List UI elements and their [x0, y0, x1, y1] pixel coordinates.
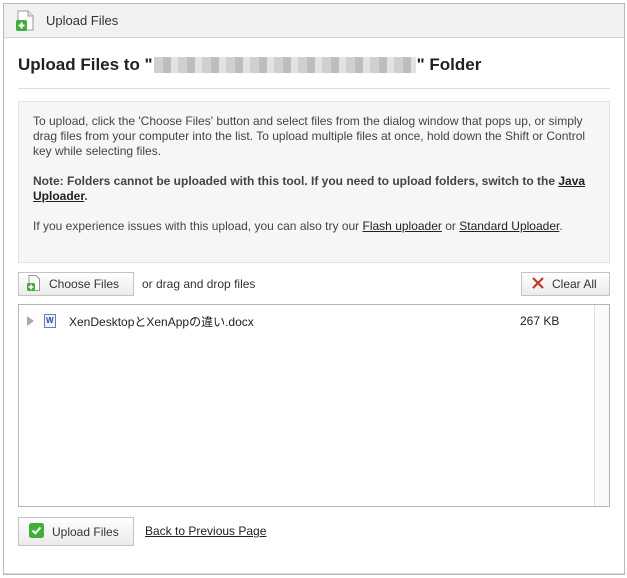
checkmark-icon [29, 522, 44, 541]
alternatives-label: If you experience issues with this uploa… [33, 219, 363, 233]
bottom-border [4, 573, 624, 574]
upload-window: Upload Files Upload Files to " " Folder … [3, 3, 625, 575]
page-title: Upload Files to " " Folder [18, 55, 610, 75]
flash-uploader-link[interactable]: Flash uploader [363, 219, 442, 233]
back-to-previous-page-link[interactable]: Back to Previous Page [145, 524, 266, 538]
file-add-icon [14, 10, 36, 32]
close-icon [532, 276, 544, 292]
scrollbar[interactable] [594, 305, 609, 506]
redacted-folder-name [153, 57, 416, 73]
file-size: 267 KB [520, 314, 560, 328]
file-add-icon [27, 274, 41, 294]
clear-all-label: Clear All [552, 277, 597, 291]
instructions-text: To upload, click the 'Choose Files' butt… [33, 114, 586, 158]
page-title-prefix: Upload Files to " [18, 55, 153, 74]
note-text: Note: Folders cannot be uploaded with th… [33, 174, 559, 188]
instructions-panel: To upload, click the 'Choose Files' butt… [18, 101, 610, 263]
file-list[interactable]: XenDesktopとXenAppの違い.docx 267 KB [18, 304, 610, 507]
page-title-suffix: " Folder [416, 55, 482, 74]
choose-files-label: Choose Files [49, 277, 120, 291]
alternatives-text: If you experience issues with this uploa… [33, 219, 563, 233]
title-bar: Upload Files [4, 4, 624, 38]
clear-all-button[interactable]: Clear All [521, 272, 610, 296]
upload-files-label: Upload Files [52, 524, 119, 539]
expand-arrow-icon[interactable] [27, 316, 34, 326]
drag-drop-hint: or drag and drop files [142, 277, 256, 291]
word-document-icon [44, 314, 56, 328]
standard-uploader-link[interactable]: Standard Uploader [459, 219, 559, 233]
or-text: or [441, 219, 460, 233]
list-item[interactable]: XenDesktopとXenAppの違い.docx 267 KB [19, 311, 594, 331]
choose-files-button[interactable]: Choose Files [18, 272, 134, 296]
window-title: Upload Files [46, 13, 119, 28]
divider [18, 88, 610, 89]
file-name: XenDesktopとXenAppの違い.docx [69, 314, 254, 329]
upload-files-button[interactable]: Upload Files [18, 517, 134, 546]
folder-note: Note: Folders cannot be uploaded with th… [33, 174, 586, 203]
